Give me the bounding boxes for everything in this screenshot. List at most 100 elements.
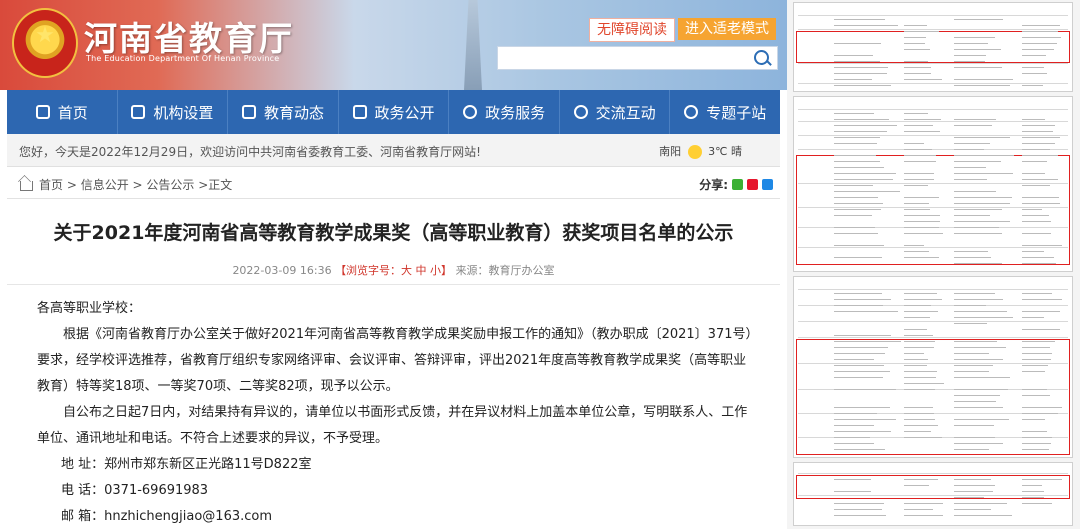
nav-item-news[interactable]: 教育动态: [228, 90, 339, 134]
scan-text-line: [1022, 299, 1062, 300]
site-title[interactable]: 河南省教育厅: [84, 12, 294, 60]
scan-text-line: [904, 161, 936, 162]
scan-text-line: [1022, 329, 1060, 330]
nav-item-topic[interactable]: 专题子站: [670, 90, 780, 134]
scan-text-line: [834, 209, 881, 210]
scan-text-line: [954, 509, 991, 510]
breadcrumb-home[interactable]: 首页: [39, 178, 63, 192]
scan-text-line: [1022, 161, 1047, 162]
scan-text-line: [954, 503, 1007, 504]
scan-text-line: [954, 257, 991, 258]
scan-text-line: [904, 31, 939, 32]
nav-item-org[interactable]: 机构设置: [118, 90, 229, 134]
nav-item-home[interactable]: 首页: [7, 90, 118, 134]
scan-text-line: [834, 233, 878, 234]
table-row: [798, 29, 1068, 30]
scan-text-line: [834, 79, 872, 80]
scan-text-line: [904, 49, 930, 50]
table-row: [798, 63, 1068, 64]
scan-text-line: [954, 173, 1013, 174]
elder-mode-button[interactable]: 进入适老模式: [678, 18, 776, 40]
scan-text-line: [834, 347, 888, 348]
scan-text-line: [1022, 173, 1045, 174]
search-icon[interactable]: [754, 50, 769, 65]
scan-text-line: [954, 371, 989, 372]
scan-text-line: [904, 347, 934, 348]
scan-text-line: [904, 479, 938, 480]
qq-icon[interactable]: [762, 179, 773, 190]
scan-text-line: [834, 311, 898, 312]
scan-text-line: [834, 61, 880, 62]
scan-text-line: [904, 419, 935, 420]
nav-label: 政务公开: [375, 102, 435, 123]
scan-text-line: [954, 311, 1007, 312]
welcome-bar: 您好，今天是2022年12月29日，欢迎访问中共河南省委教育工委、河南省教育厅网…: [7, 134, 780, 167]
breadcrumb-notice[interactable]: 公告公示: [146, 178, 194, 192]
scan-text-line: [834, 293, 882, 294]
article-date: 2022-03-09 16:36: [232, 264, 331, 277]
scan-text-line: [1022, 389, 1047, 390]
scan-text-line: [834, 245, 884, 246]
nav-item-chat[interactable]: 交流互动: [560, 90, 671, 134]
scan-text-line: [1022, 85, 1043, 86]
scan-text-line: [834, 365, 884, 366]
scan-text-line: [954, 395, 1000, 396]
scan-text-line: [834, 335, 891, 336]
scan-text-line: [904, 365, 927, 366]
scan-text-line: [904, 113, 928, 114]
scan-text-line: [954, 323, 987, 324]
document-page: [793, 96, 1073, 272]
scan-text-line: [1022, 407, 1062, 408]
highlight-box: [796, 155, 1070, 265]
scan-text-line: [834, 173, 896, 174]
main-nav: 首页 机构设置 教育动态 政务公开 政务服务 交流互动 专题子站: [7, 90, 780, 134]
accessibility-button[interactable]: 无障碍阅读: [589, 18, 675, 42]
scan-text-line: [904, 79, 942, 80]
scan-text-line: [834, 113, 874, 114]
scan-text-line: [904, 233, 943, 234]
scan-text-line: [904, 437, 942, 438]
scan-text-line: [834, 55, 873, 56]
scan-text-line: [1022, 431, 1047, 432]
nav-item-gov[interactable]: 政务公开: [339, 90, 450, 134]
scan-text-line: [1022, 503, 1052, 504]
scan-text-line: [904, 341, 935, 342]
scan-text-line: [834, 19, 885, 20]
scan-text-line: [904, 407, 933, 408]
font-size-switch[interactable]: 【浏览字号：大 中 小】: [335, 264, 452, 277]
search-input[interactable]: [497, 46, 778, 70]
scan-text-line: [904, 215, 940, 216]
wechat-icon[interactable]: [732, 179, 743, 190]
nav-label: 教育动态: [264, 102, 324, 123]
scan-text-line: [1022, 395, 1050, 396]
scan-text-line: [834, 425, 874, 426]
nav-item-service[interactable]: 政务服务: [449, 90, 560, 134]
scan-text-line: [954, 251, 988, 252]
scan-text-line: [1022, 131, 1053, 132]
scan-text-line: [1022, 125, 1055, 126]
scan-text-line: [904, 485, 929, 486]
scan-text-line: [1022, 317, 1044, 318]
scan-text-line: [954, 407, 1003, 408]
scan-text-line: [904, 515, 943, 516]
breadcrumb-info-public[interactable]: 信息公开: [81, 178, 129, 192]
scan-text-line: [954, 167, 986, 168]
scan-text-line: [954, 19, 1003, 20]
scan-text-line: [834, 43, 881, 44]
scan-text-line: [954, 263, 1002, 264]
weather-city: 南阳: [659, 145, 681, 158]
scan-text-line: [904, 221, 940, 222]
scan-text-line: [1022, 203, 1060, 204]
scan-text-line: [904, 143, 924, 144]
scan-text-line: [834, 185, 873, 186]
weibo-icon[interactable]: [747, 179, 758, 190]
scan-text-line: [904, 305, 931, 306]
scan-text-line: [954, 401, 996, 402]
scan-text-line: [834, 341, 901, 342]
scan-text-line: [904, 173, 934, 174]
document-page: [793, 462, 1073, 526]
scan-text-line: [834, 413, 877, 414]
scan-text-line: [904, 413, 934, 414]
scan-text-line: [1022, 419, 1045, 420]
scan-text-line: [1022, 25, 1060, 26]
